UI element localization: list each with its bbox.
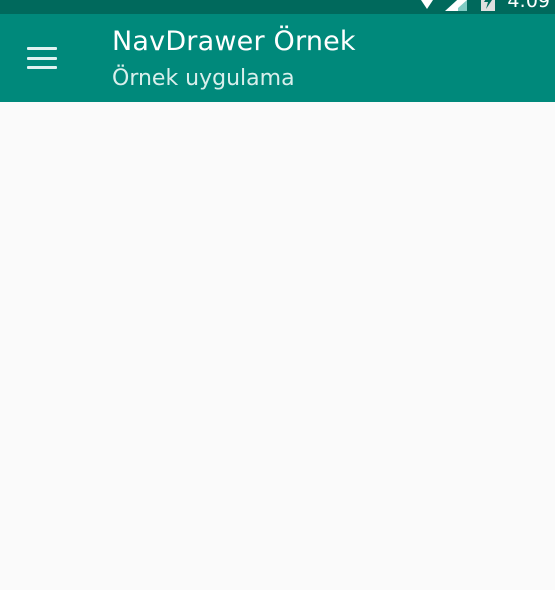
status-icons: 4:09 [419, 0, 555, 11]
hamburger-menu-icon [27, 47, 57, 69]
app-toolbar: NavDrawer Örnek Örnek uygulama [0, 14, 555, 102]
wifi-icon [419, 0, 435, 9]
toolbar-title: NavDrawer Örnek [112, 26, 356, 57]
status-time: 4:09 [507, 0, 550, 12]
battery-charging-icon [481, 0, 496, 11]
toolbar-subtitle: Örnek uygulama [112, 66, 295, 91]
status-bar: 4:09 [0, 0, 555, 14]
signal-icon [445, 0, 468, 11]
main-content-area [0, 102, 555, 590]
nav-drawer-menu-button[interactable] [18, 38, 66, 78]
